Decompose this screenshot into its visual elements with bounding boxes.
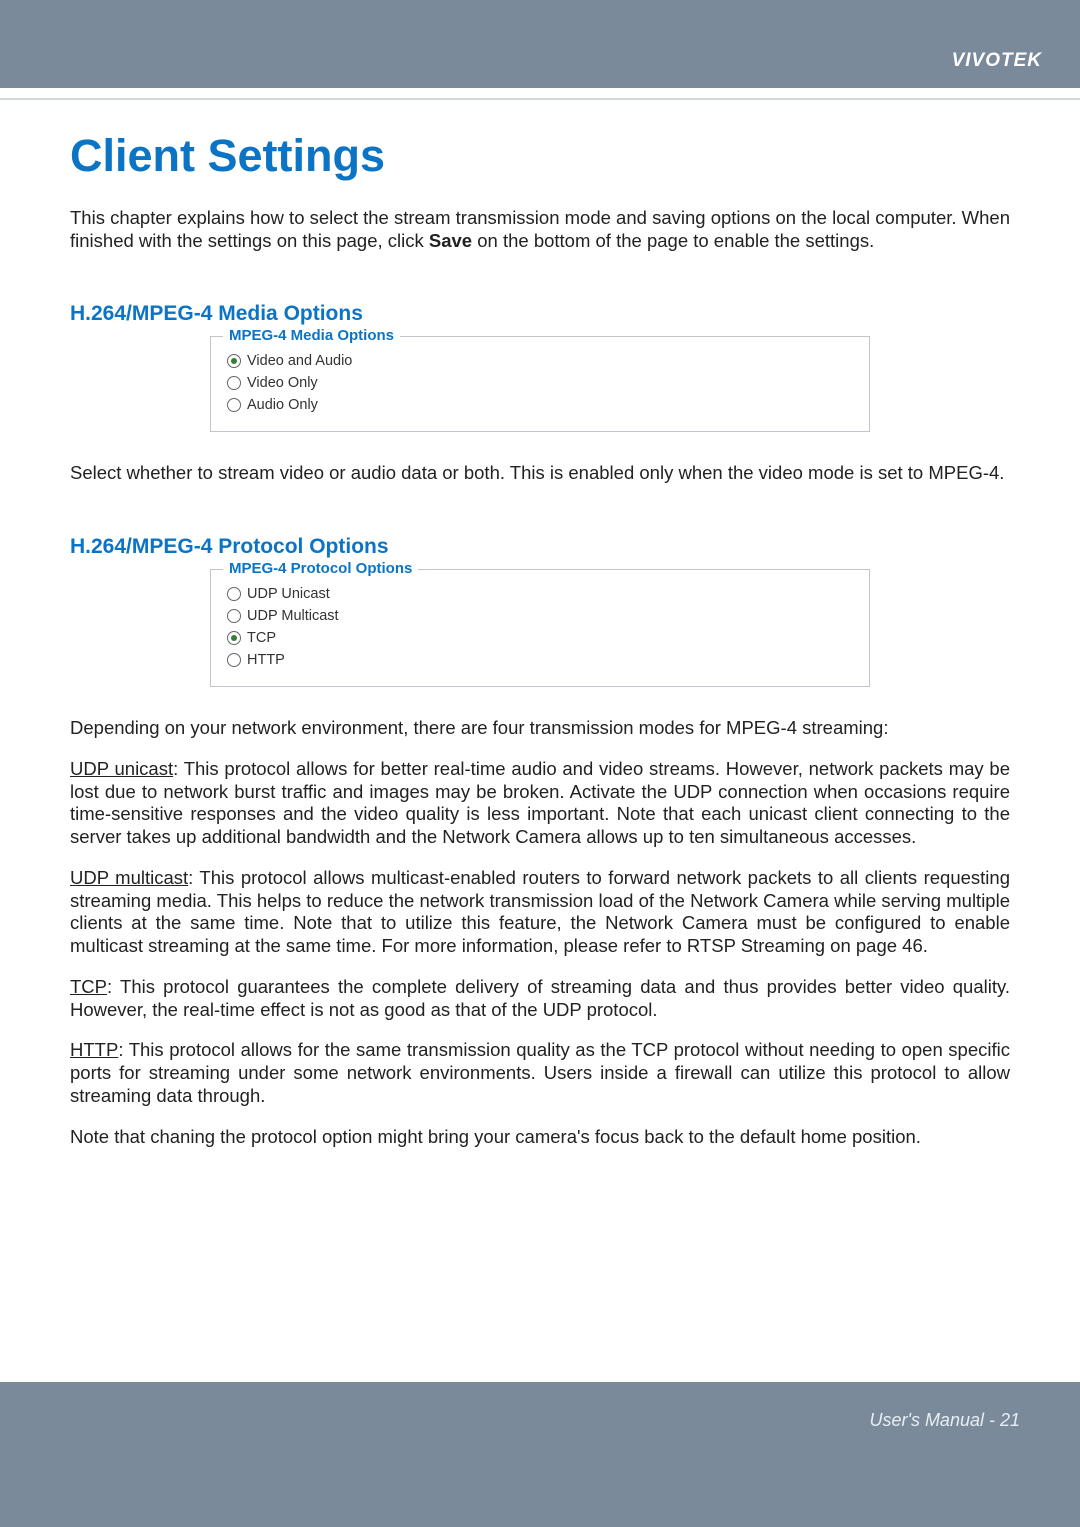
radio-label: Video Only (247, 375, 318, 391)
udp-multicast-text: : This protocol allows multicast-enabled… (70, 867, 1010, 956)
udp-unicast-text: : This protocol allows for better real-t… (70, 758, 1010, 847)
http-paragraph: HTTP: This protocol allows for the same … (70, 1039, 1010, 1107)
radio-icon (227, 609, 241, 623)
radio-icon (227, 398, 241, 412)
radio-icon (227, 376, 241, 390)
radio-http[interactable]: HTTP (227, 652, 853, 668)
focus-note: Note that chaning the protocol option mi… (70, 1126, 1010, 1149)
radio-label: TCP (247, 630, 276, 646)
radio-video-only[interactable]: Video Only (227, 375, 853, 391)
radio-icon (227, 631, 241, 645)
radio-label: Video and Audio (247, 353, 352, 369)
radio-udp-multicast[interactable]: UDP Multicast (227, 608, 853, 624)
radio-icon (227, 354, 241, 368)
http-label: HTTP (70, 1039, 118, 1060)
protocol-options-box: MPEG-4 Protocol Options UDP Unicast UDP … (210, 569, 870, 687)
radio-label: Audio Only (247, 397, 318, 413)
radio-video-and-audio[interactable]: Video and Audio (227, 353, 853, 369)
udp-multicast-paragraph: UDP multicast: This protocol allows mult… (70, 867, 1010, 958)
protocol-options-legend: MPEG-4 Protocol Options (223, 560, 418, 577)
footer-band: User's Manual - 21 (0, 1382, 1080, 1527)
intro-paragraph: This chapter explains how to select the … (70, 206, 1010, 252)
radio-icon (227, 587, 241, 601)
udp-unicast-label: UDP unicast (70, 758, 173, 779)
radio-icon (227, 653, 241, 667)
radio-audio-only[interactable]: Audio Only (227, 397, 853, 413)
page-title: Client Settings (70, 130, 1010, 182)
radio-tcp[interactable]: TCP (227, 630, 853, 646)
intro-suffix: on the bottom of the page to enable the … (472, 230, 874, 251)
tcp-text: : This protocol guarantees the complete … (70, 976, 1010, 1020)
brand-logo: VIVOTEK (952, 50, 1042, 72)
protocol-options-heading: H.264/MPEG-4 Protocol Options (70, 535, 1010, 559)
radio-dot-icon (231, 358, 237, 364)
udp-multicast-label: UDP multicast (70, 867, 188, 888)
footer-text: User's Manual - 21 (870, 1410, 1021, 1431)
radio-label: HTTP (247, 652, 285, 668)
radio-label: UDP Unicast (247, 586, 330, 602)
http-text: : This protocol allows for the same tran… (70, 1039, 1010, 1106)
protocol-intro: Depending on your network environment, t… (70, 717, 1010, 740)
radio-dot-icon (231, 635, 237, 641)
media-options-legend: MPEG-4 Media Options (223, 327, 400, 344)
media-note: Select whether to stream video or audio … (70, 462, 1010, 485)
tcp-paragraph: TCP: This protocol guarantees the comple… (70, 976, 1010, 1022)
header-band: VIVOTEK (0, 0, 1080, 88)
radio-udp-unicast[interactable]: UDP Unicast (227, 586, 853, 602)
page-content: Client Settings This chapter explains ho… (0, 100, 1080, 1148)
media-options-box: MPEG-4 Media Options Video and Audio Vid… (210, 336, 870, 432)
radio-label: UDP Multicast (247, 608, 339, 624)
udp-unicast-paragraph: UDP unicast: This protocol allows for be… (70, 758, 1010, 849)
media-options-heading: H.264/MPEG-4 Media Options (70, 302, 1010, 326)
intro-save-word: Save (429, 230, 472, 251)
tcp-label: TCP (70, 976, 107, 997)
